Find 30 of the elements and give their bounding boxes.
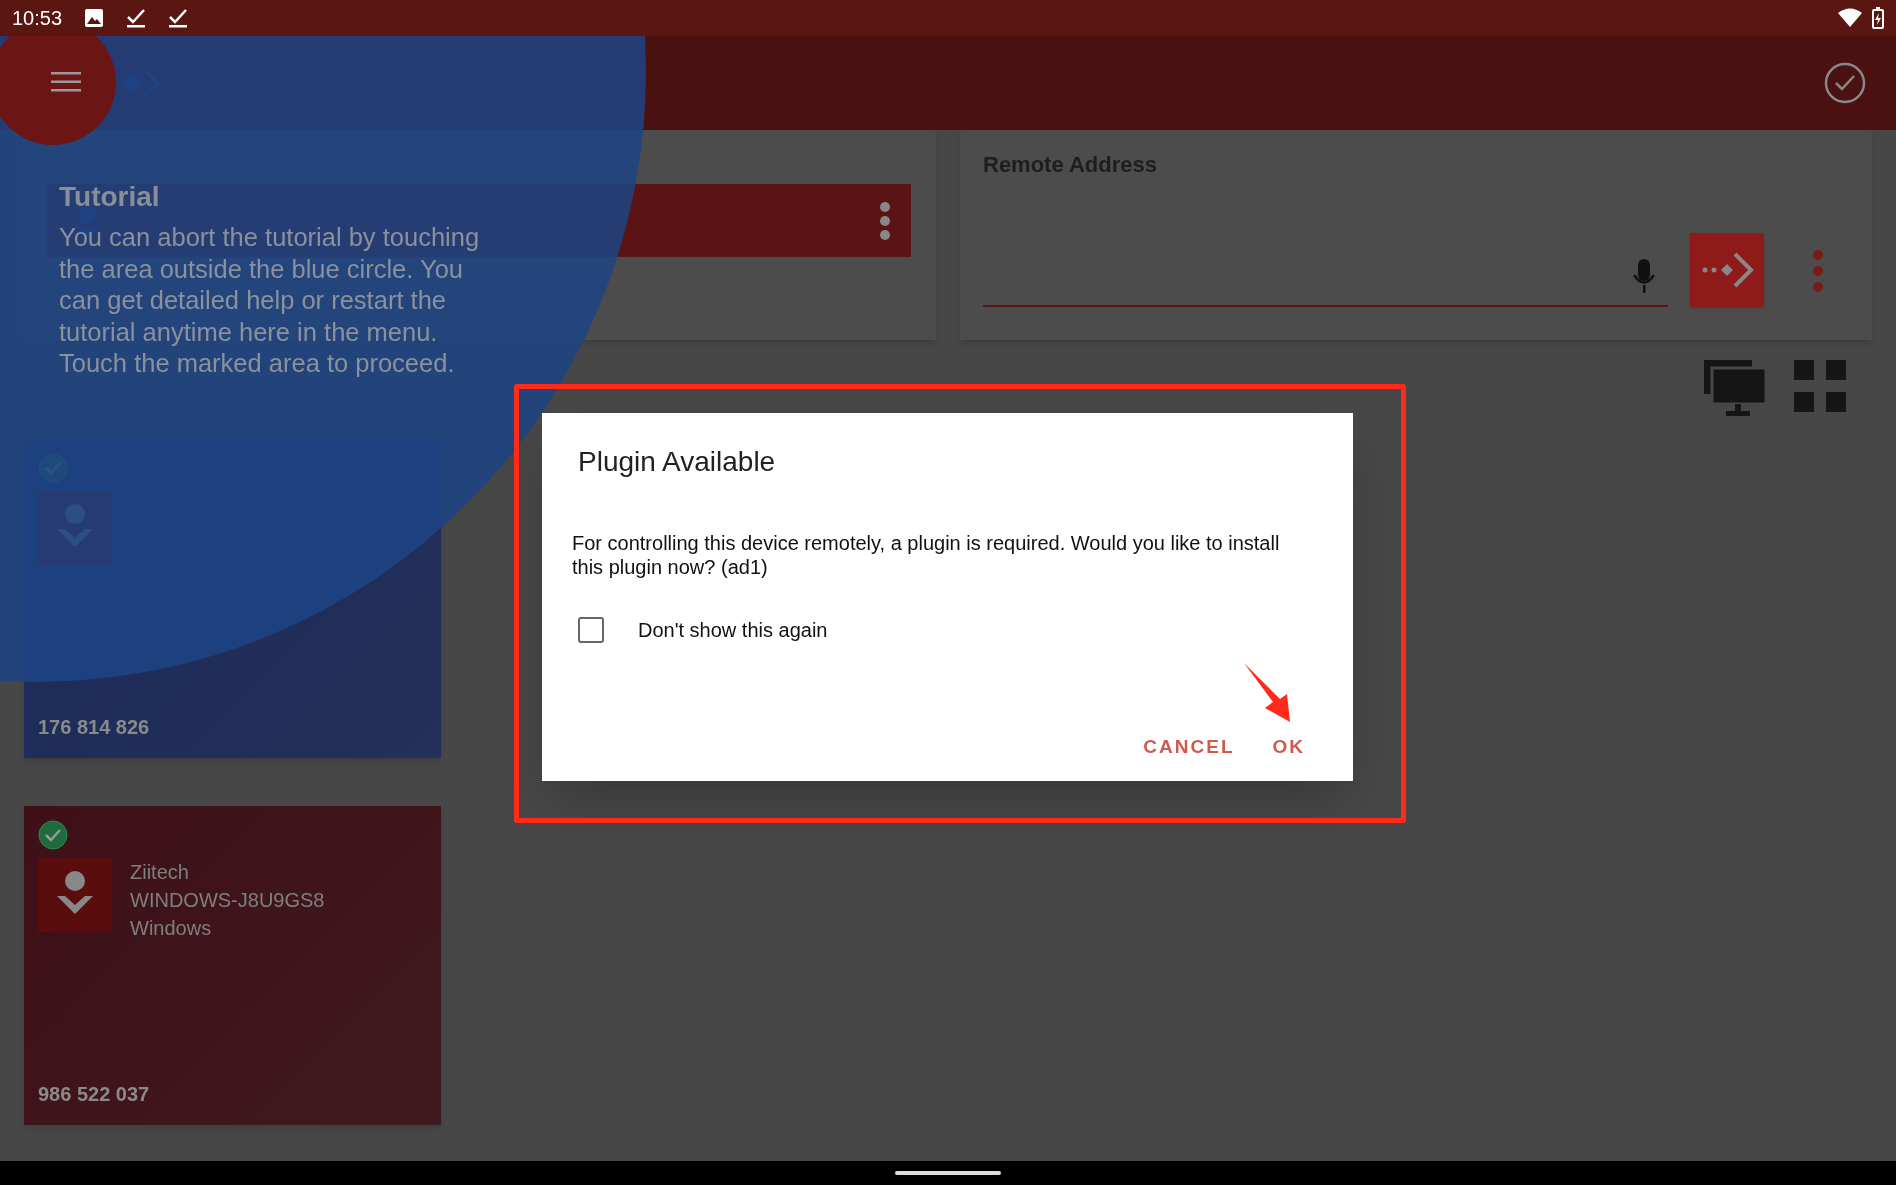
tutorial-text: You can abort the tutorial by touching the area outside the blue circle. You can get detailed help or restart the tutorial anytime here in the menu. Touch the marked area to proceed.: [59, 222, 481, 379]
dialog-button[interactable]: CANCEL: [1135, 724, 1243, 769]
wifi-icon: [1838, 8, 1862, 28]
home-handle[interactable]: [895, 1171, 1001, 1175]
connect-button[interactable]: [1690, 233, 1764, 307]
menu-icon: [51, 72, 81, 92]
session-os: Windows: [130, 916, 213, 941]
checkmark-icon: [126, 8, 147, 28]
grid-icon[interactable]: [1794, 360, 1846, 412]
image-icon: [84, 8, 105, 28]
more-icon[interactable]: [879, 200, 891, 241]
checkmark-icon: [168, 8, 189, 28]
status-time: 10:53: [12, 6, 63, 31]
checkbox[interactable]: [578, 617, 604, 643]
session-number: 986 522 037: [38, 1082, 151, 1107]
dialog-button[interactable]: OK: [1264, 724, 1313, 769]
check-circle-icon[interactable]: [1824, 62, 1866, 104]
dialog-title: Plugin Available: [578, 445, 777, 479]
check-circle-icon: [38, 820, 68, 850]
microphone-icon[interactable]: [1632, 258, 1656, 294]
pointer-arrow: [1243, 662, 1293, 724]
session-host: WINDOWS-J8U9GS8: [130, 888, 325, 913]
session-name: Ziitech: [130, 860, 190, 885]
monitors-icon[interactable]: [1704, 360, 1768, 418]
tutorial-title: Tutorial: [59, 180, 161, 214]
session-card[interactable]: Ziitech WINDOWS-J8U9GS8 Windows 986 522 037: [24, 806, 441, 1125]
battery-icon: [1872, 7, 1884, 29]
dialog-message: For controlling this device remotely, a plugin is required. Would you like to install this plugin now? (ad1): [572, 531, 1281, 579]
session-number: 176 814 826: [38, 715, 151, 740]
checkbox-label: Don't show this again: [638, 618, 828, 643]
